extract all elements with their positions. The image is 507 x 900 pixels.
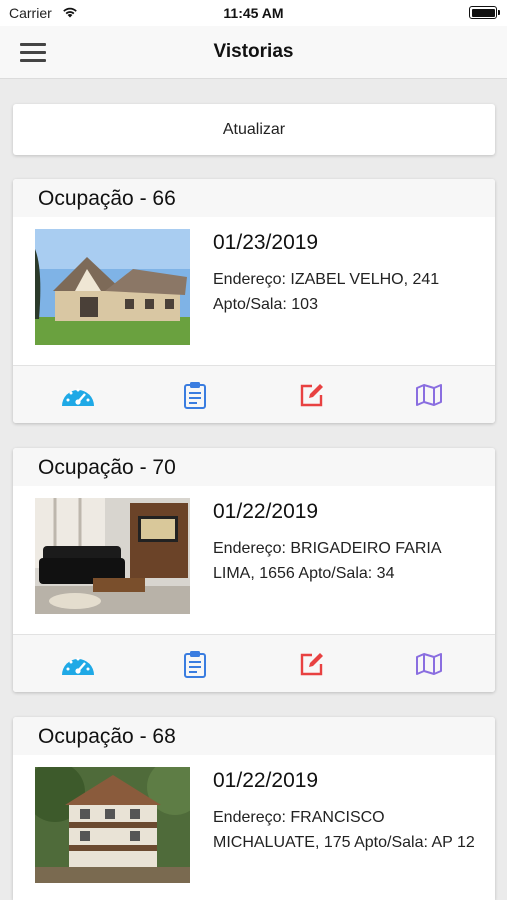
map-icon[interactable] bbox=[411, 649, 447, 679]
hamburger-menu-icon[interactable] bbox=[20, 43, 46, 63]
inspection-card[interactable]: Ocupação - 68 01/22/2019 Endereço: FRANC… bbox=[13, 717, 495, 900]
inspection-card[interactable]: Ocupação - 66 01/23/2019 Endereço: IZABE… bbox=[13, 179, 495, 423]
property-photo bbox=[35, 229, 190, 345]
inspection-card[interactable]: Ocupação - 70 01/22/2019 Endereço: BRIGA… bbox=[13, 448, 495, 692]
inspection-address: Endereço: FRANCISCO MICHALUATE, 175 Apto… bbox=[213, 809, 475, 851]
card-body[interactable]: 01/22/2019 Endereço: BRIGADEIRO FARIA LI… bbox=[13, 486, 495, 634]
navigation-bar: Vistorias bbox=[0, 26, 507, 79]
refresh-button[interactable]: Atualizar bbox=[13, 104, 495, 155]
page-title: Vistorias bbox=[213, 41, 294, 62]
edit-icon[interactable] bbox=[294, 649, 330, 679]
dashboard-gauge-icon[interactable] bbox=[60, 649, 96, 679]
map-icon[interactable] bbox=[411, 380, 447, 410]
property-photo bbox=[35, 767, 190, 883]
battery-icon bbox=[469, 6, 500, 19]
inspection-date: 01/22/2019 bbox=[213, 500, 319, 523]
inspection-address: Endereço: IZABEL VELHO, 241 Apto/Sala: 1… bbox=[213, 271, 440, 313]
inspection-address: Endereço: BRIGADEIRO FARIA LIMA, 1656 Ap… bbox=[213, 540, 441, 582]
card-title: Ocupação - 68 bbox=[13, 717, 495, 755]
dashboard-gauge-icon[interactable] bbox=[60, 380, 96, 410]
status-bar: Carrier 11:45 AM bbox=[0, 0, 507, 26]
edit-icon[interactable] bbox=[294, 380, 330, 410]
card-body[interactable]: 01/22/2019 Endereço: FRANCISCO MICHALUAT… bbox=[13, 755, 495, 900]
card-title: Ocupação - 70 bbox=[13, 448, 495, 486]
clipboard-icon[interactable] bbox=[177, 649, 213, 679]
clipboard-icon[interactable] bbox=[177, 380, 213, 410]
card-title: Ocupação - 66 bbox=[13, 179, 495, 217]
card-actions bbox=[13, 365, 495, 423]
inspection-date: 01/22/2019 bbox=[213, 769, 319, 792]
clock: 11:45 AM bbox=[223, 5, 284, 21]
inspection-date: 01/23/2019 bbox=[213, 231, 319, 254]
card-actions bbox=[13, 634, 495, 692]
card-body[interactable]: 01/23/2019 Endereço: IZABEL VELHO, 241 A… bbox=[13, 217, 495, 365]
property-photo bbox=[35, 498, 190, 614]
